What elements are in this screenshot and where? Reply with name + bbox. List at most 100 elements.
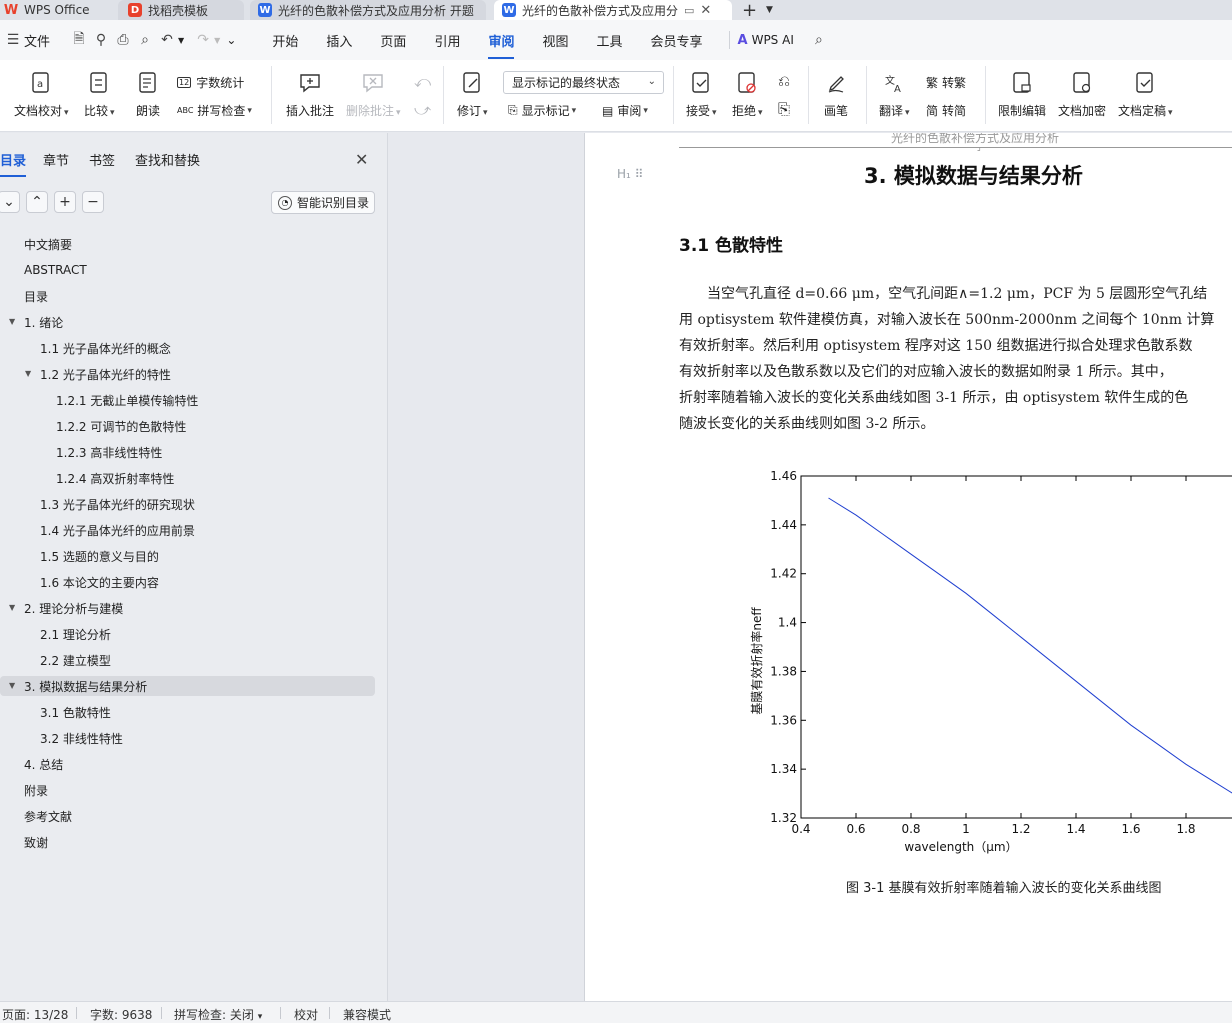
menu-view[interactable]: 视图 (530, 31, 580, 50)
toc-item[interactable]: 致谢 (24, 832, 48, 852)
review-pane-button[interactable]: ▤ 审阅 ▾ (602, 102, 648, 119)
toc-item[interactable]: 1.2.3 高非线性特性 (56, 442, 162, 462)
markup-state-select[interactable]: 显示标记的最终状态 ⌄ (503, 71, 664, 94)
series-line (828, 497, 1232, 794)
y-tick-label: 1.38 (770, 664, 797, 678)
word-count-indicator[interactable]: 字数: 9638 (90, 1006, 152, 1023)
toc-item[interactable]: 1.2.4 高双折射率特性 (56, 468, 174, 488)
toc-item[interactable]: 3.2 非线性特性 (40, 728, 123, 748)
search-icon[interactable]: ⌕ (808, 29, 830, 51)
toc-item[interactable]: 2.1 理论分析 (40, 624, 111, 644)
word-count-button[interactable]: 12 字数统计 (177, 74, 244, 91)
proofread-status[interactable]: 校对 (294, 1006, 318, 1023)
share-link-icon[interactable]: ⚲ (90, 29, 112, 51)
toc-item[interactable]: 目录 (24, 286, 48, 306)
read-aloud-button[interactable]: 朗读 (136, 70, 160, 119)
quick-access-more-icon[interactable]: ⌄ (226, 33, 236, 47)
toc-item[interactable]: 中文摘要 (24, 234, 72, 254)
toc-item[interactable]: 1.3 光子晶体光纤的研究现状 (40, 494, 195, 514)
expand-triangle-icon[interactable]: ▼ (9, 317, 15, 326)
toc-item[interactable]: 1.1 光子晶体光纤的概念 (40, 338, 171, 358)
ribbon-divider (808, 66, 809, 124)
spell-check-button[interactable]: ABC 拼写检查 ▾ (177, 102, 252, 119)
toc-item[interactable]: 3. 模拟数据与结果分析 (0, 676, 375, 696)
undo-icon[interactable]: ↶ (156, 29, 178, 51)
tab-chapters[interactable]: 章节 (43, 150, 69, 169)
heading-drag-handle-icon[interactable]: H₁ ⠿ (617, 167, 643, 181)
tab-proposal-doc[interactable]: W 光纤的色散补偿方式及应用分析 开题 (250, 0, 486, 20)
page-indicator[interactable]: 页面: 13/28 (2, 1006, 68, 1023)
next-change-icon[interactable]: ⎘ (778, 100, 790, 118)
toc-item[interactable]: 3.1 色散特性 (40, 702, 111, 722)
tab-bookmarks[interactable]: 书签 (89, 150, 115, 169)
redo-dropdown-icon[interactable]: ▼ (214, 36, 220, 45)
toc-item[interactable]: 附录 (24, 780, 48, 800)
undo-dropdown-icon[interactable]: ▼ (178, 36, 184, 45)
accept-button[interactable]: 接受 ▾ (686, 70, 717, 119)
toc-item[interactable]: 1.2.1 无截止单模传输特性 (56, 390, 198, 410)
finalize-button[interactable]: 文档定稿 ▾ (1118, 70, 1173, 119)
toc-item[interactable]: ABSTRACT (24, 260, 87, 280)
tab-list-chevron-icon[interactable]: ▼ (766, 0, 778, 20)
toc-item[interactable]: 4. 总结 (24, 754, 63, 774)
toc-item[interactable]: 1. 绪论 (24, 312, 63, 332)
menu-tools[interactable]: 工具 (584, 31, 634, 50)
toc-item[interactable]: 1.5 选题的意义与目的 (40, 546, 159, 566)
menu-review[interactable]: 审阅 (476, 31, 526, 59)
track-changes-button[interactable]: 修订 ▾ (457, 70, 488, 119)
doc-check-button[interactable]: a 文档校对 ▾ (14, 70, 69, 119)
document-page[interactable]: 光纤的色散补偿方式及应用分析 ⌟ H₁ ⠿ 3. 模拟数据与结果分析 3.1 色… (584, 133, 1232, 1001)
tab-find-replace[interactable]: 查找和替换 (135, 150, 200, 169)
encrypt-button[interactable]: 文档加密 (1058, 70, 1106, 119)
translate-button[interactable]: 文A 翻译 ▾ (879, 70, 910, 119)
menu-home[interactable]: 开始 (260, 31, 310, 50)
spell-check-status[interactable]: 拼写检查: 关闭 ▾ (174, 1006, 262, 1023)
to-simplified-button[interactable]: 简 转简 (926, 102, 966, 119)
wps-ai-button[interactable]: WPS AI (752, 33, 794, 47)
expand-triangle-icon[interactable]: ▼ (9, 603, 15, 612)
toc-item[interactable]: 1.2 光子晶体光纤的特性 (40, 364, 171, 384)
prev-comment-icon[interactable]: ⤺ (414, 72, 431, 92)
move-up-chevron-icon[interactable]: ⌃ (26, 191, 48, 213)
menu-insert[interactable]: 插入 (314, 31, 364, 50)
print-preview-icon[interactable]: ⌕ (134, 29, 156, 51)
delete-comment-button[interactable]: 删除批注 ▾ (346, 70, 401, 119)
toc-item[interactable]: 2. 理论分析与建模 (24, 598, 123, 618)
toc-item[interactable]: 参考文献 (24, 806, 72, 826)
tab-toc[interactable]: 目录 (0, 150, 27, 177)
toc-item[interactable]: 1.6 本论文的主要内容 (40, 572, 159, 592)
tab-docer-templates[interactable]: D 找稻壳模板 (118, 0, 244, 20)
next-comment-icon[interactable]: ⤻ (414, 100, 431, 120)
new-tab-button[interactable]: + (742, 0, 762, 20)
print-icon[interactable]: ⎙ (112, 29, 134, 51)
menu-references[interactable]: 引用 (422, 31, 472, 50)
save-icon[interactable]: 🗎 (68, 29, 90, 51)
compare-button[interactable]: 比较 ▾ (84, 70, 115, 119)
monitor-icon[interactable]: ▭ (684, 4, 694, 17)
reject-button[interactable]: 拒绝 ▾ (732, 70, 763, 119)
pen-button[interactable]: 画笔 (824, 70, 848, 119)
add-heading-plus-icon[interactable]: + (54, 191, 76, 213)
toc-item[interactable]: 1.4 光子晶体光纤的应用前景 (40, 520, 195, 540)
toc-item[interactable]: 1.2.2 可调节的色散特性 (56, 416, 186, 436)
tab-current-doc[interactable]: W 光纤的色散补偿方式及应用分 ▭ ✕ (494, 0, 732, 20)
prev-change-icon[interactable]: ⎌ (778, 72, 790, 90)
menu-page[interactable]: 页面 (368, 31, 418, 50)
expand-triangle-icon[interactable]: ▼ (9, 681, 15, 690)
close-icon[interactable]: ✕ (355, 150, 368, 169)
insert-comment-button[interactable]: 插入批注 (286, 70, 334, 119)
redo-icon[interactable]: ↷ (192, 29, 214, 51)
toc-item[interactable]: 2.2 建立模型 (40, 650, 111, 670)
remove-heading-minus-icon[interactable]: − (82, 191, 104, 213)
expand-triangle-icon[interactable]: ▼ (25, 369, 31, 378)
restrict-edit-button[interactable]: 限制编辑 (998, 70, 1046, 119)
close-icon[interactable]: ✕ (700, 3, 711, 18)
show-markup-button[interactable]: ⎘ 显示标记 ▾ (508, 102, 576, 119)
smart-toc-button[interactable]: ◔ 智能识别目录 (271, 191, 375, 214)
menu-member[interactable]: 会员专享 (639, 31, 715, 50)
to-traditional-button[interactable]: 繁 转繁 (926, 74, 966, 91)
collapse-all-chevron-icon[interactable]: ⌄ (0, 191, 20, 213)
tab-wps-office[interactable]: W WPS Office (4, 0, 110, 20)
hamburger-icon[interactable]: ☰ (2, 29, 24, 51)
file-menu[interactable]: 文件 (24, 31, 50, 50)
